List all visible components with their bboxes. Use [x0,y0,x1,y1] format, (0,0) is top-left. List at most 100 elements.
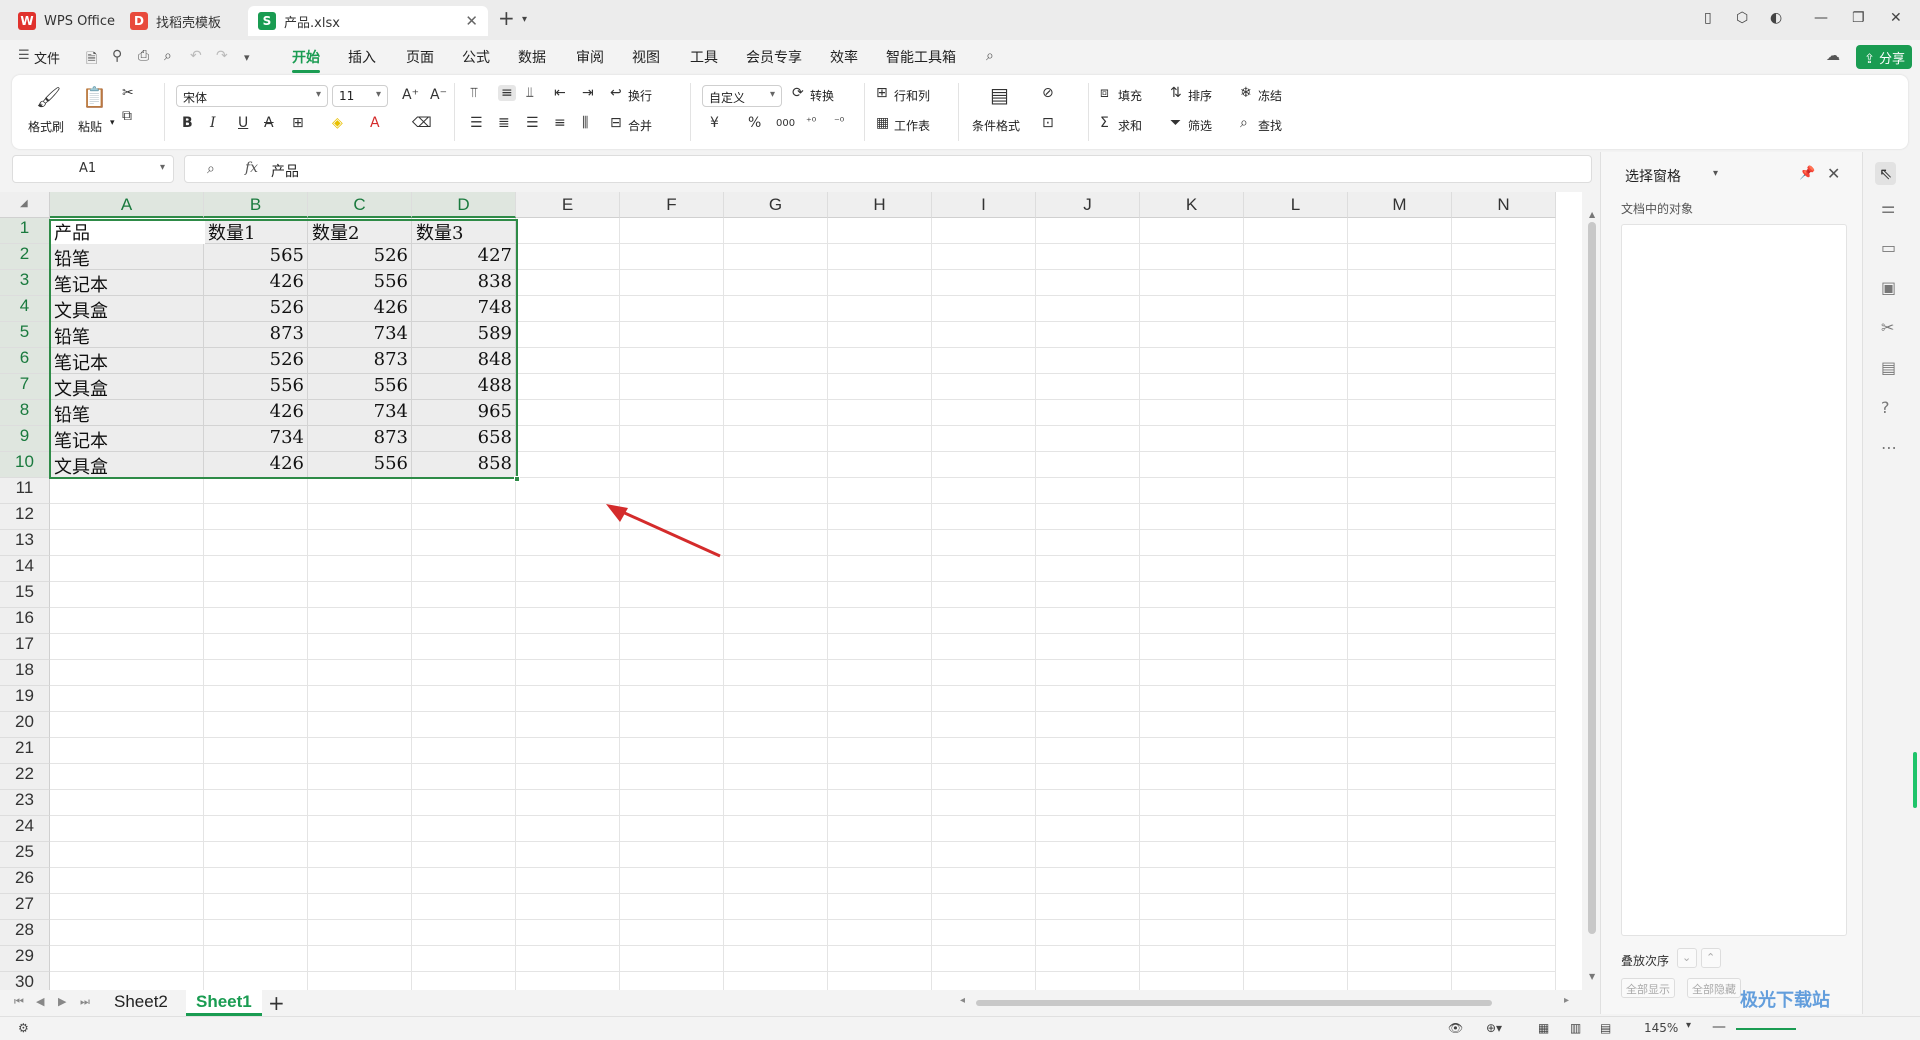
cell[interactable]: 748 [412,296,516,322]
paste-button[interactable]: 粘贴 [78,118,102,135]
cell[interactable]: 426 [204,400,308,426]
move-down-button[interactable]: ⌄ [1677,948,1697,968]
bold-button[interactable]: B [182,115,193,131]
scroll-up-icon[interactable]: ▲ [1589,210,1595,219]
scroll-right-icon[interactable]: ▸ [1564,995,1569,1006]
justify-icon[interactable]: ≡ [554,115,566,131]
restore-icon[interactable]: ❐ [1852,10,1865,26]
fill-button[interactable]: 填充 [1118,87,1142,104]
tab-docer-template[interactable]: D 找稻壳模板 [120,6,244,36]
spreadsheet-grid[interactable]: ◢ ABCDEFGHIJKLMN 1 2 3 4 5 6 7 8 9 10 11 12 13 14 15 16… [0,192,1582,990]
more-icon[interactable]: ⋯ [1881,438,1897,457]
sum-button[interactable]: 求和 [1118,117,1142,134]
cell[interactable]: 文具盒 [50,296,204,322]
search-icon[interactable]: ⌕ [986,48,994,64]
row-header[interactable]: 3 [0,270,50,296]
hamburger-icon[interactable]: ☰ [18,48,30,63]
scroll-left-icon[interactable]: ◂ [960,995,965,1006]
rows-cols-button[interactable]: 行和列 [894,87,930,104]
filter-button[interactable]: 筛选 [1188,117,1212,134]
font-name-select[interactable]: 宋体 ▾ [176,85,328,107]
horizontal-scroll-thumb[interactable] [976,1000,1492,1006]
cell[interactable]: 565 [204,244,308,270]
align-center-icon[interactable]: ≣ [498,115,510,131]
chevron-down-icon[interactable]: ▾ [110,118,115,128]
currency-button[interactable]: ¥ [710,115,719,131]
last-sheet-icon[interactable]: ⏭ [80,995,90,1009]
cell[interactable]: 873 [204,322,308,348]
move-up-button[interactable]: ⌃ [1701,948,1721,968]
align-right-icon[interactable]: ☰ [526,115,539,131]
prev-sheet-icon[interactable]: ◀ [36,995,44,1008]
merge-button[interactable]: 合并 [628,117,652,134]
column-header[interactable]: K [1140,192,1244,218]
cell[interactable]: 658 [412,426,516,452]
number-format-select[interactable]: 自定义 ▾ [702,85,782,107]
layout-icon[interactable]: ▯ [1704,10,1712,26]
indent-decrease-icon[interactable]: ⇤ [554,85,566,101]
row-header[interactable]: 18 [0,660,50,686]
share-button[interactable]: ⇪ 分享 [1856,45,1912,69]
avatar[interactable]: ◐ [1770,10,1782,26]
row-header[interactable]: 20 [0,712,50,738]
cell[interactable]: 铅笔 [50,244,204,270]
menu-smart-toolbox[interactable]: 智能工具箱 [886,47,956,67]
undo-icon[interactable]: ↶ [190,48,202,64]
column-header[interactable]: J [1036,192,1140,218]
column-header[interactable]: N [1452,192,1556,218]
normal-view-icon[interactable]: ▦ [1538,1021,1549,1035]
cell[interactable]: 965 [412,400,516,426]
row-header[interactable]: 27 [0,894,50,920]
row-header[interactable]: 13 [0,530,50,556]
menu-tools[interactable]: 工具 [690,47,718,67]
format-painter-button[interactable]: 格式刷 [28,118,64,135]
chevron-down-icon[interactable]: ▾ [244,51,250,64]
zoom-level[interactable]: 145% [1644,1021,1678,1035]
row-header[interactable]: 17 [0,634,50,660]
row-header[interactable]: 7 [0,374,50,400]
tools-icon[interactable]: ✂ [1881,318,1894,337]
view-mode-icon[interactable]: ⊕▾ [1486,1021,1502,1035]
menu-efficiency[interactable]: 效率 [830,47,858,67]
cell[interactable]: 数量1 [204,218,308,244]
cell[interactable]: 数量3 [412,218,516,244]
name-box[interactable]: A1 ▾ [12,155,174,183]
chevron-down-icon[interactable]: ▾ [522,14,527,25]
row-header[interactable]: 1 [0,218,50,244]
scroll-down-icon[interactable]: ▼ [1589,972,1595,981]
row-header[interactable]: 24 [0,816,50,842]
row-header[interactable]: 14 [0,556,50,582]
page-break-icon[interactable]: ▤ [1600,1021,1611,1035]
select-cursor-icon[interactable]: ⇖ [1875,162,1897,185]
row-header[interactable]: 11 [0,478,50,504]
align-left-icon[interactable]: ☰ [470,115,483,131]
column-header[interactable]: C [308,192,412,218]
distribute-icon[interactable]: ⫼ [582,115,588,131]
sheet-tab-sheet2[interactable]: Sheet2 [104,990,178,1016]
row-header[interactable]: 8 [0,400,50,426]
object-list[interactable] [1621,224,1847,936]
menu-home[interactable]: 开始 [292,47,320,73]
increase-font-icon[interactable]: A⁺ [402,87,419,103]
link-icon[interactable]: ⚲ [112,48,122,64]
menu-member[interactable]: 会员专享 [746,47,802,67]
row-header[interactable]: 15 [0,582,50,608]
menu-view[interactable]: 视图 [632,47,660,67]
cell[interactable]: 873 [308,348,412,374]
chevron-down-icon[interactable]: ▾ [1686,1020,1691,1031]
fill-color-icon[interactable]: ◈ [332,115,343,131]
page-layout-icon[interactable]: ▥ [1570,1021,1581,1035]
row-header[interactable]: 12 [0,504,50,530]
cell-style-icon[interactable]: ⊘ [1042,85,1054,101]
cell[interactable]: 426 [204,452,308,478]
cell[interactable]: 589 [412,322,516,348]
indent-increase-icon[interactable]: ⇥ [582,85,594,101]
comment-icon[interactable]: ▭ [1881,238,1896,257]
cell[interactable]: 笔记本 [50,426,204,452]
column-header[interactable]: G [724,192,828,218]
row-header[interactable]: 10 [0,452,50,478]
minimize-icon[interactable]: — [1814,10,1828,26]
row-header[interactable]: 29 [0,946,50,972]
find-button[interactable]: 查找 [1258,117,1282,134]
freeze-button[interactable]: 冻结 [1258,87,1282,104]
